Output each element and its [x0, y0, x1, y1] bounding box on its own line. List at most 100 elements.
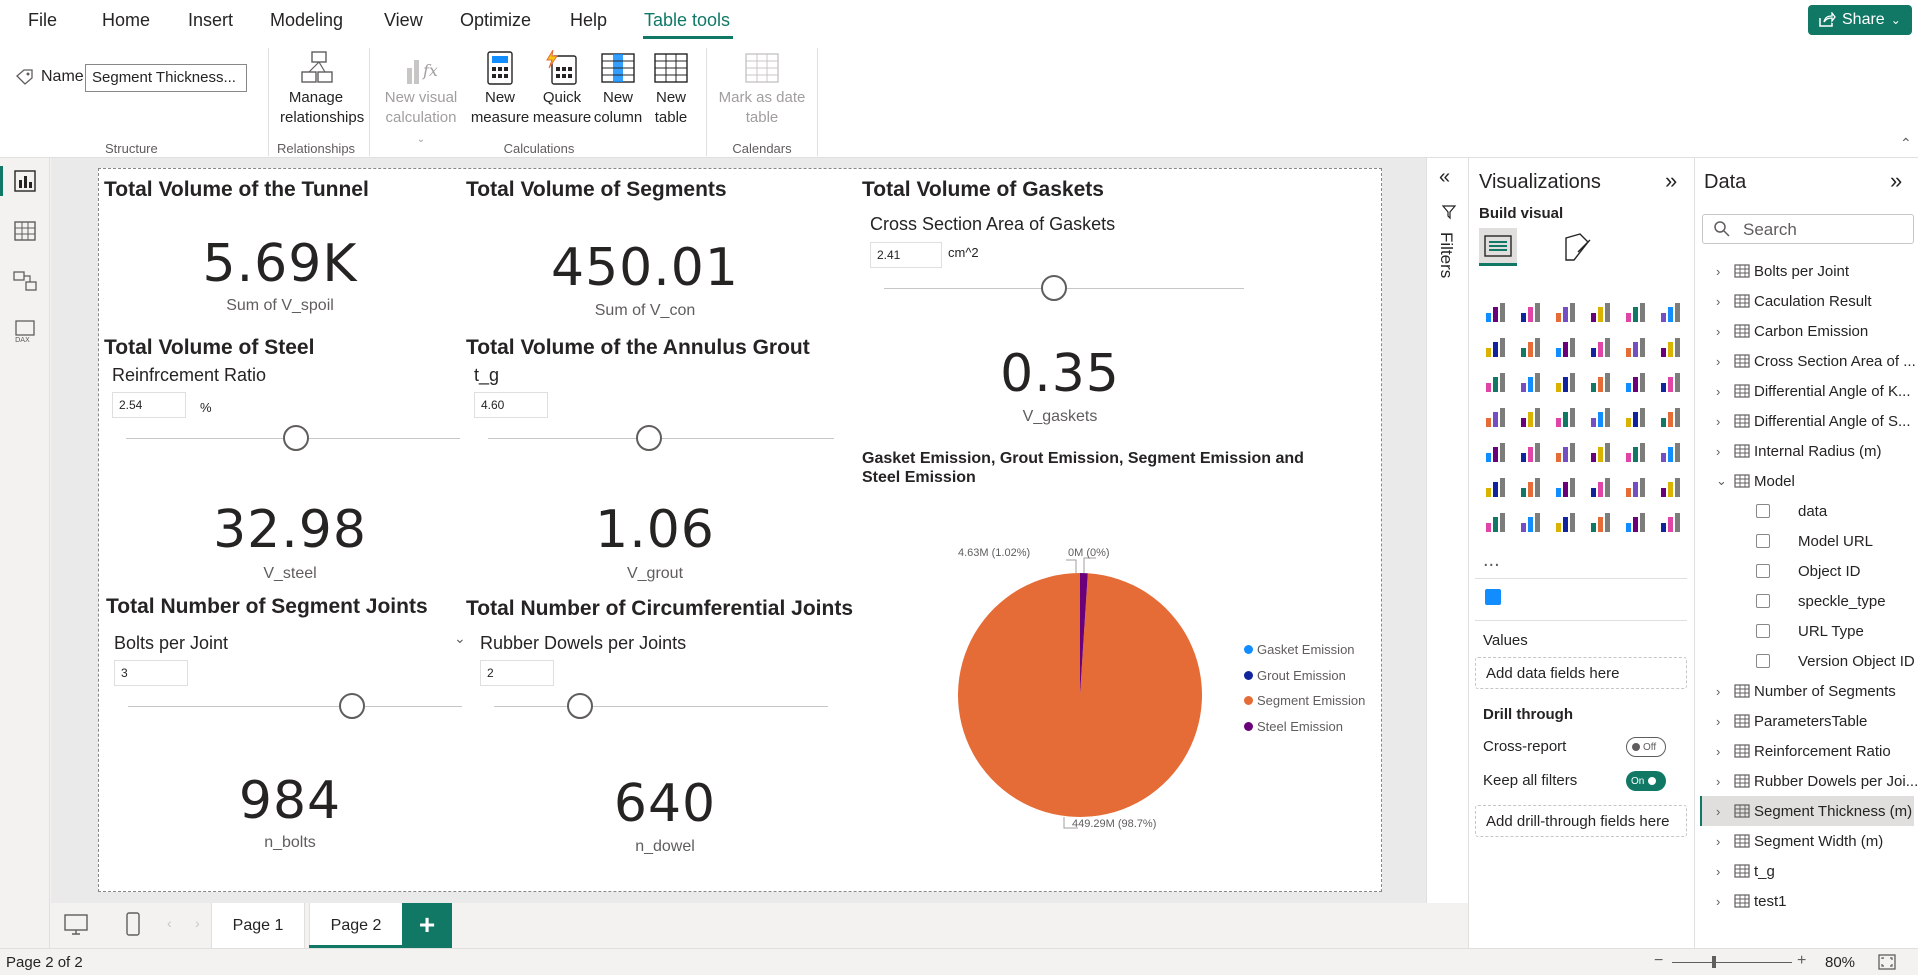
- chevron-right-icon[interactable]: ›: [1716, 384, 1720, 399]
- card-icon[interactable]: [1658, 404, 1684, 430]
- power-bi-visual-icon[interactable]: [1623, 509, 1649, 535]
- legend-item[interactable]: Grout Emission: [1244, 668, 1346, 683]
- power-automate-icon[interactable]: [1553, 509, 1579, 535]
- chevron-right-icon[interactable]: ›: [1716, 864, 1720, 879]
- table-icon[interactable]: [1588, 439, 1614, 465]
- circ-joints-slicer-input[interactable]: 2: [480, 660, 554, 686]
- waterfall-chart-icon[interactable]: [1518, 369, 1544, 395]
- decomposition-tree-icon[interactable]: [1553, 474, 1579, 500]
- filters-label[interactable]: Filters: [1436, 232, 1456, 278]
- data-table-item[interactable]: › ParametersTable: [1702, 706, 1914, 736]
- page-tab-2[interactable]: Page 2: [309, 903, 403, 948]
- menu-modeling[interactable]: Modeling: [270, 10, 343, 31]
- zoom-slider-handle[interactable]: [1712, 956, 1716, 968]
- data-search-input[interactable]: Search: [1702, 214, 1914, 244]
- data-table-item[interactable]: › test1: [1702, 886, 1914, 916]
- cross-report-toggle[interactable]: Off: [1626, 737, 1666, 757]
- model-field-item[interactable]: Version Object ID: [1702, 646, 1915, 676]
- chevron-right-icon[interactable]: ›: [1716, 324, 1720, 339]
- zoom-out-icon[interactable]: −: [1654, 952, 1663, 970]
- quick-measure-button[interactable]: Quick measure: [532, 50, 592, 128]
- data-table-item[interactable]: › Cross Section Area of ...: [1702, 346, 1916, 376]
- kpi-icon[interactable]: [1518, 439, 1544, 465]
- 100-stacked-bar-chart-icon[interactable]: [1623, 299, 1649, 325]
- mobile-layout-icon[interactable]: [125, 911, 141, 937]
- next-page-icon[interactable]: ›: [195, 915, 200, 931]
- model-view-icon[interactable]: [12, 268, 38, 294]
- menu-home[interactable]: Home: [102, 10, 150, 31]
- dax-query-view-icon[interactable]: DAX: [12, 318, 38, 344]
- gaskets-slider-handle[interactable]: [1041, 275, 1067, 301]
- menu-file[interactable]: File: [28, 10, 57, 31]
- ribbon-chart-icon[interactable]: [1483, 369, 1509, 395]
- field-checkbox[interactable]: [1756, 504, 1770, 518]
- funnel-chart-icon[interactable]: [1553, 369, 1579, 395]
- 100-stacked-area-chart-icon[interactable]: [1588, 334, 1614, 360]
- power-apps-icon[interactable]: [1518, 509, 1544, 535]
- chevron-right-icon[interactable]: ›: [1716, 834, 1720, 849]
- steel-slicer-input[interactable]: 2.54: [112, 392, 186, 418]
- chevron-down-icon[interactable]: ⌄: [1716, 473, 1727, 489]
- data-table-item[interactable]: › Segment Width (m): [1702, 826, 1914, 856]
- pie-chart-icon[interactable]: [1623, 369, 1649, 395]
- scatter-chart-icon[interactable]: [1588, 369, 1614, 395]
- menu-help[interactable]: Help: [570, 10, 607, 31]
- collapse-ribbon-icon[interactable]: ⌃: [1900, 135, 1912, 152]
- new-column-button[interactable]: New column: [592, 50, 644, 128]
- chevron-right-icon[interactable]: ›: [1716, 774, 1720, 789]
- data-table-item[interactable]: › Rubber Dowels per Joi...: [1702, 766, 1918, 796]
- field-checkbox[interactable]: [1756, 654, 1770, 668]
- report-view-icon[interactable]: [12, 168, 38, 194]
- more-visuals-icon[interactable]: ...: [1483, 549, 1500, 572]
- r-visual-icon[interactable]: [1658, 439, 1684, 465]
- map-icon[interactable]: [1518, 404, 1544, 430]
- key-influencers-icon[interactable]: [1518, 474, 1544, 500]
- data-table-item[interactable]: › Caculation Result: [1702, 286, 1914, 316]
- build-visual-tab[interactable]: [1479, 228, 1517, 266]
- line-and-clustered-column-chart-icon[interactable]: [1658, 334, 1684, 360]
- field-checkbox[interactable]: [1756, 624, 1770, 638]
- add-page-button[interactable]: +: [402, 903, 452, 948]
- gauge-icon[interactable]: [1623, 404, 1649, 430]
- 100-stacked-column-chart-icon[interactable]: [1658, 299, 1684, 325]
- menu-table-tools[interactable]: Table tools: [644, 10, 730, 31]
- line-and-column-chart-icon[interactable]: [1623, 334, 1649, 360]
- data-table-item[interactable]: › Reinforcement Ratio: [1702, 736, 1914, 766]
- stacked-bar-chart-icon[interactable]: [1483, 299, 1509, 325]
- data-table-item[interactable]: › Differential Angle of K...: [1702, 376, 1914, 406]
- field-checkbox[interactable]: [1756, 594, 1770, 608]
- chevron-right-icon[interactable]: ›: [1716, 444, 1720, 459]
- new-measure-button[interactable]: New measure: [470, 50, 530, 128]
- segment-joints-slider-handle[interactable]: [339, 693, 365, 719]
- field-checkbox[interactable]: [1756, 534, 1770, 548]
- chevron-right-icon[interactable]: ›: [1716, 264, 1720, 279]
- metrics-icon[interactable]: [1658, 474, 1684, 500]
- custom-visual-icon[interactable]: [1485, 589, 1501, 605]
- field-checkbox[interactable]: [1756, 564, 1770, 578]
- matrix-icon[interactable]: [1623, 439, 1649, 465]
- arcgis-map-icon[interactable]: [1588, 509, 1614, 535]
- model-field-item[interactable]: data: [1702, 496, 1914, 526]
- line-chart-icon[interactable]: [1483, 334, 1509, 360]
- grout-slicer-input[interactable]: 4.60: [474, 392, 548, 418]
- data-table-item[interactable]: › Carbon Emission: [1702, 316, 1914, 346]
- legend-item[interactable]: Segment Emission: [1244, 693, 1365, 708]
- narrative-icon[interactable]: [1658, 509, 1684, 535]
- python-visual-icon[interactable]: [1483, 474, 1509, 500]
- gaskets-slicer-input[interactable]: 2.41: [870, 242, 942, 268]
- chevron-right-icon[interactable]: ›: [1716, 684, 1720, 699]
- chevron-right-icon[interactable]: ›: [1716, 294, 1720, 309]
- share-button[interactable]: Share ⌄: [1808, 5, 1912, 35]
- manage-relationships-button[interactable]: Manage relationships: [280, 50, 364, 128]
- donut-chart-icon[interactable]: [1658, 369, 1684, 395]
- collapse-data-icon[interactable]: »: [1890, 168, 1902, 194]
- previous-page-icon[interactable]: ‹: [167, 915, 172, 931]
- data-table-item[interactable]: › Internal Radius (m): [1702, 436, 1914, 466]
- model-field-item[interactable]: Model URL: [1702, 526, 1914, 556]
- new-visual-calculation-button[interactable]: fx New visual calculation ⌄: [380, 50, 462, 150]
- menu-view[interactable]: View: [384, 10, 423, 31]
- chevron-right-icon[interactable]: ›: [1716, 414, 1720, 429]
- data-table-item[interactable]: › Segment Thickness (m): [1702, 796, 1914, 826]
- data-table-item[interactable]: › t_g: [1702, 856, 1914, 886]
- segment-joints-slider-track[interactable]: [128, 706, 462, 707]
